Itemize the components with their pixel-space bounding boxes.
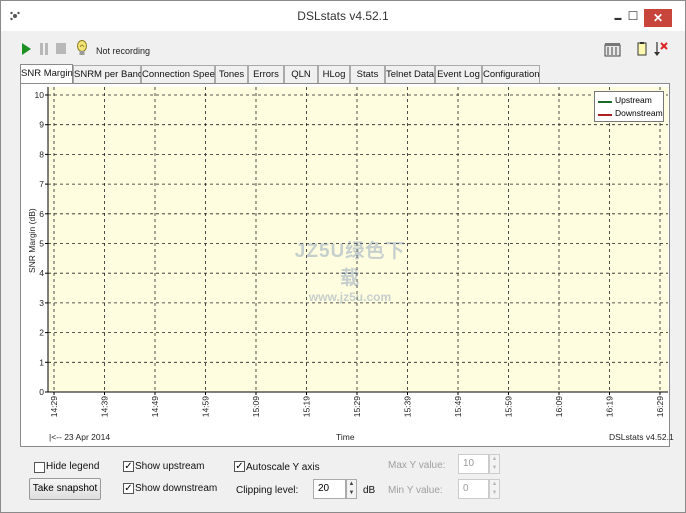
y-tick-label: 2 bbox=[39, 328, 44, 338]
chart-legend: Upstream Downstream bbox=[594, 91, 664, 122]
y-tick-label: 6 bbox=[39, 209, 44, 219]
watermark-line1: JZ5U绿色下载 bbox=[294, 241, 406, 289]
show-downstream-checkbox[interactable]: ✓ bbox=[123, 483, 134, 494]
show-upstream-label: Show upstream bbox=[135, 461, 205, 472]
autoscale-checkbox[interactable]: ✓ bbox=[234, 461, 245, 472]
watermark-line2: www.jz5u.com bbox=[308, 290, 392, 304]
max-y-label: Max Y value: bbox=[388, 460, 446, 471]
hide-legend-label: Hide legend bbox=[46, 461, 100, 472]
legend-item-downstream: Downstream bbox=[598, 108, 664, 121]
x-tick-label: 14:29 bbox=[49, 396, 59, 418]
spin-up-icon[interactable]: ▲ bbox=[490, 455, 499, 464]
min-y-spinner[interactable]: ▲ ▼ bbox=[489, 479, 500, 499]
y-tick-label: 10 bbox=[35, 90, 45, 100]
x-tick-label: 16:09 bbox=[554, 396, 564, 418]
chart-version-label: DSLstats v4.52.1 bbox=[609, 432, 674, 442]
hide-legend-checkbox[interactable] bbox=[34, 462, 45, 473]
check-icon: ✓ bbox=[124, 461, 133, 472]
spin-down-icon[interactable]: ▼ bbox=[490, 489, 499, 498]
clipping-level-label: Clipping level: bbox=[236, 485, 299, 496]
y-tick-label: 8 bbox=[39, 149, 44, 159]
legend-swatch-upstream bbox=[598, 101, 612, 103]
spin-down-icon[interactable]: ▼ bbox=[347, 489, 356, 498]
y-axis-label: SNR Margin (dB) bbox=[27, 208, 37, 273]
show-upstream-checkbox[interactable]: ✓ bbox=[123, 461, 134, 472]
spin-up-icon[interactable]: ▲ bbox=[490, 480, 499, 489]
y-tick-label: 1 bbox=[39, 357, 44, 367]
dslstats-window: DSLstats v4.52.1 ▬ ☐ ✕ Not recording SNR… bbox=[0, 0, 686, 513]
spin-up-icon[interactable]: ▲ bbox=[347, 480, 356, 489]
x-tick-label: 14:39 bbox=[100, 396, 110, 418]
watermark: JZ5U绿色下载 www.jz5u.com bbox=[285, 236, 415, 304]
autoscale-label: Autoscale Y axis bbox=[246, 462, 320, 473]
x-axis-label: Time bbox=[336, 432, 355, 442]
check-icon: ✓ bbox=[235, 461, 244, 472]
legend-label-upstream: Upstream bbox=[615, 95, 652, 105]
clipping-level-input[interactable]: 20 bbox=[313, 479, 346, 499]
y-tick-label: 7 bbox=[39, 179, 44, 189]
x-axis-ticks: 14:29 14:39 14:49 14:59 15:09 15:19 15:29 15:39… bbox=[49, 392, 665, 417]
x-tick-label: 15:19 bbox=[302, 396, 312, 418]
x-tick-label: 15:59 bbox=[504, 396, 514, 418]
take-snapshot-button[interactable]: Take snapshot bbox=[29, 478, 101, 500]
x-tick-label: 16:19 bbox=[605, 396, 615, 418]
max-y-spinner[interactable]: ▲ ▼ bbox=[489, 454, 500, 474]
check-icon: ✓ bbox=[124, 483, 133, 494]
y-tick-label: 9 bbox=[39, 120, 44, 130]
x-tick-label: 15:49 bbox=[453, 396, 463, 418]
legend-item-upstream: Upstream bbox=[598, 95, 664, 108]
min-y-label: Min Y value: bbox=[388, 485, 443, 496]
y-tick-label: 5 bbox=[39, 239, 44, 249]
clipping-level-spinner[interactable]: ▲ ▼ bbox=[346, 479, 357, 499]
y-tick-label: 4 bbox=[39, 268, 44, 278]
x-tick-label: 15:39 bbox=[403, 396, 413, 418]
clipping-unit-label: dB bbox=[363, 485, 376, 496]
x-tick-label: 16:29 bbox=[655, 396, 665, 418]
min-y-input[interactable]: 0 bbox=[458, 479, 489, 499]
x-tick-label: 15:29 bbox=[352, 396, 362, 418]
chart-start-date: |<-- 23 Apr 2014 bbox=[49, 432, 111, 442]
legend-label-downstream: Downstream bbox=[615, 108, 663, 118]
y-tick-label: 0 bbox=[39, 387, 44, 397]
legend-swatch-downstream bbox=[598, 114, 612, 116]
spin-down-icon[interactable]: ▼ bbox=[490, 464, 499, 473]
show-downstream-label: Show downstream bbox=[135, 483, 218, 494]
x-tick-label: 14:49 bbox=[150, 396, 160, 418]
x-tick-label: 14:59 bbox=[201, 396, 211, 418]
x-tick-label: 15:09 bbox=[251, 396, 261, 418]
y-tick-label: 3 bbox=[39, 298, 44, 308]
max-y-input[interactable]: 10 bbox=[458, 454, 489, 474]
